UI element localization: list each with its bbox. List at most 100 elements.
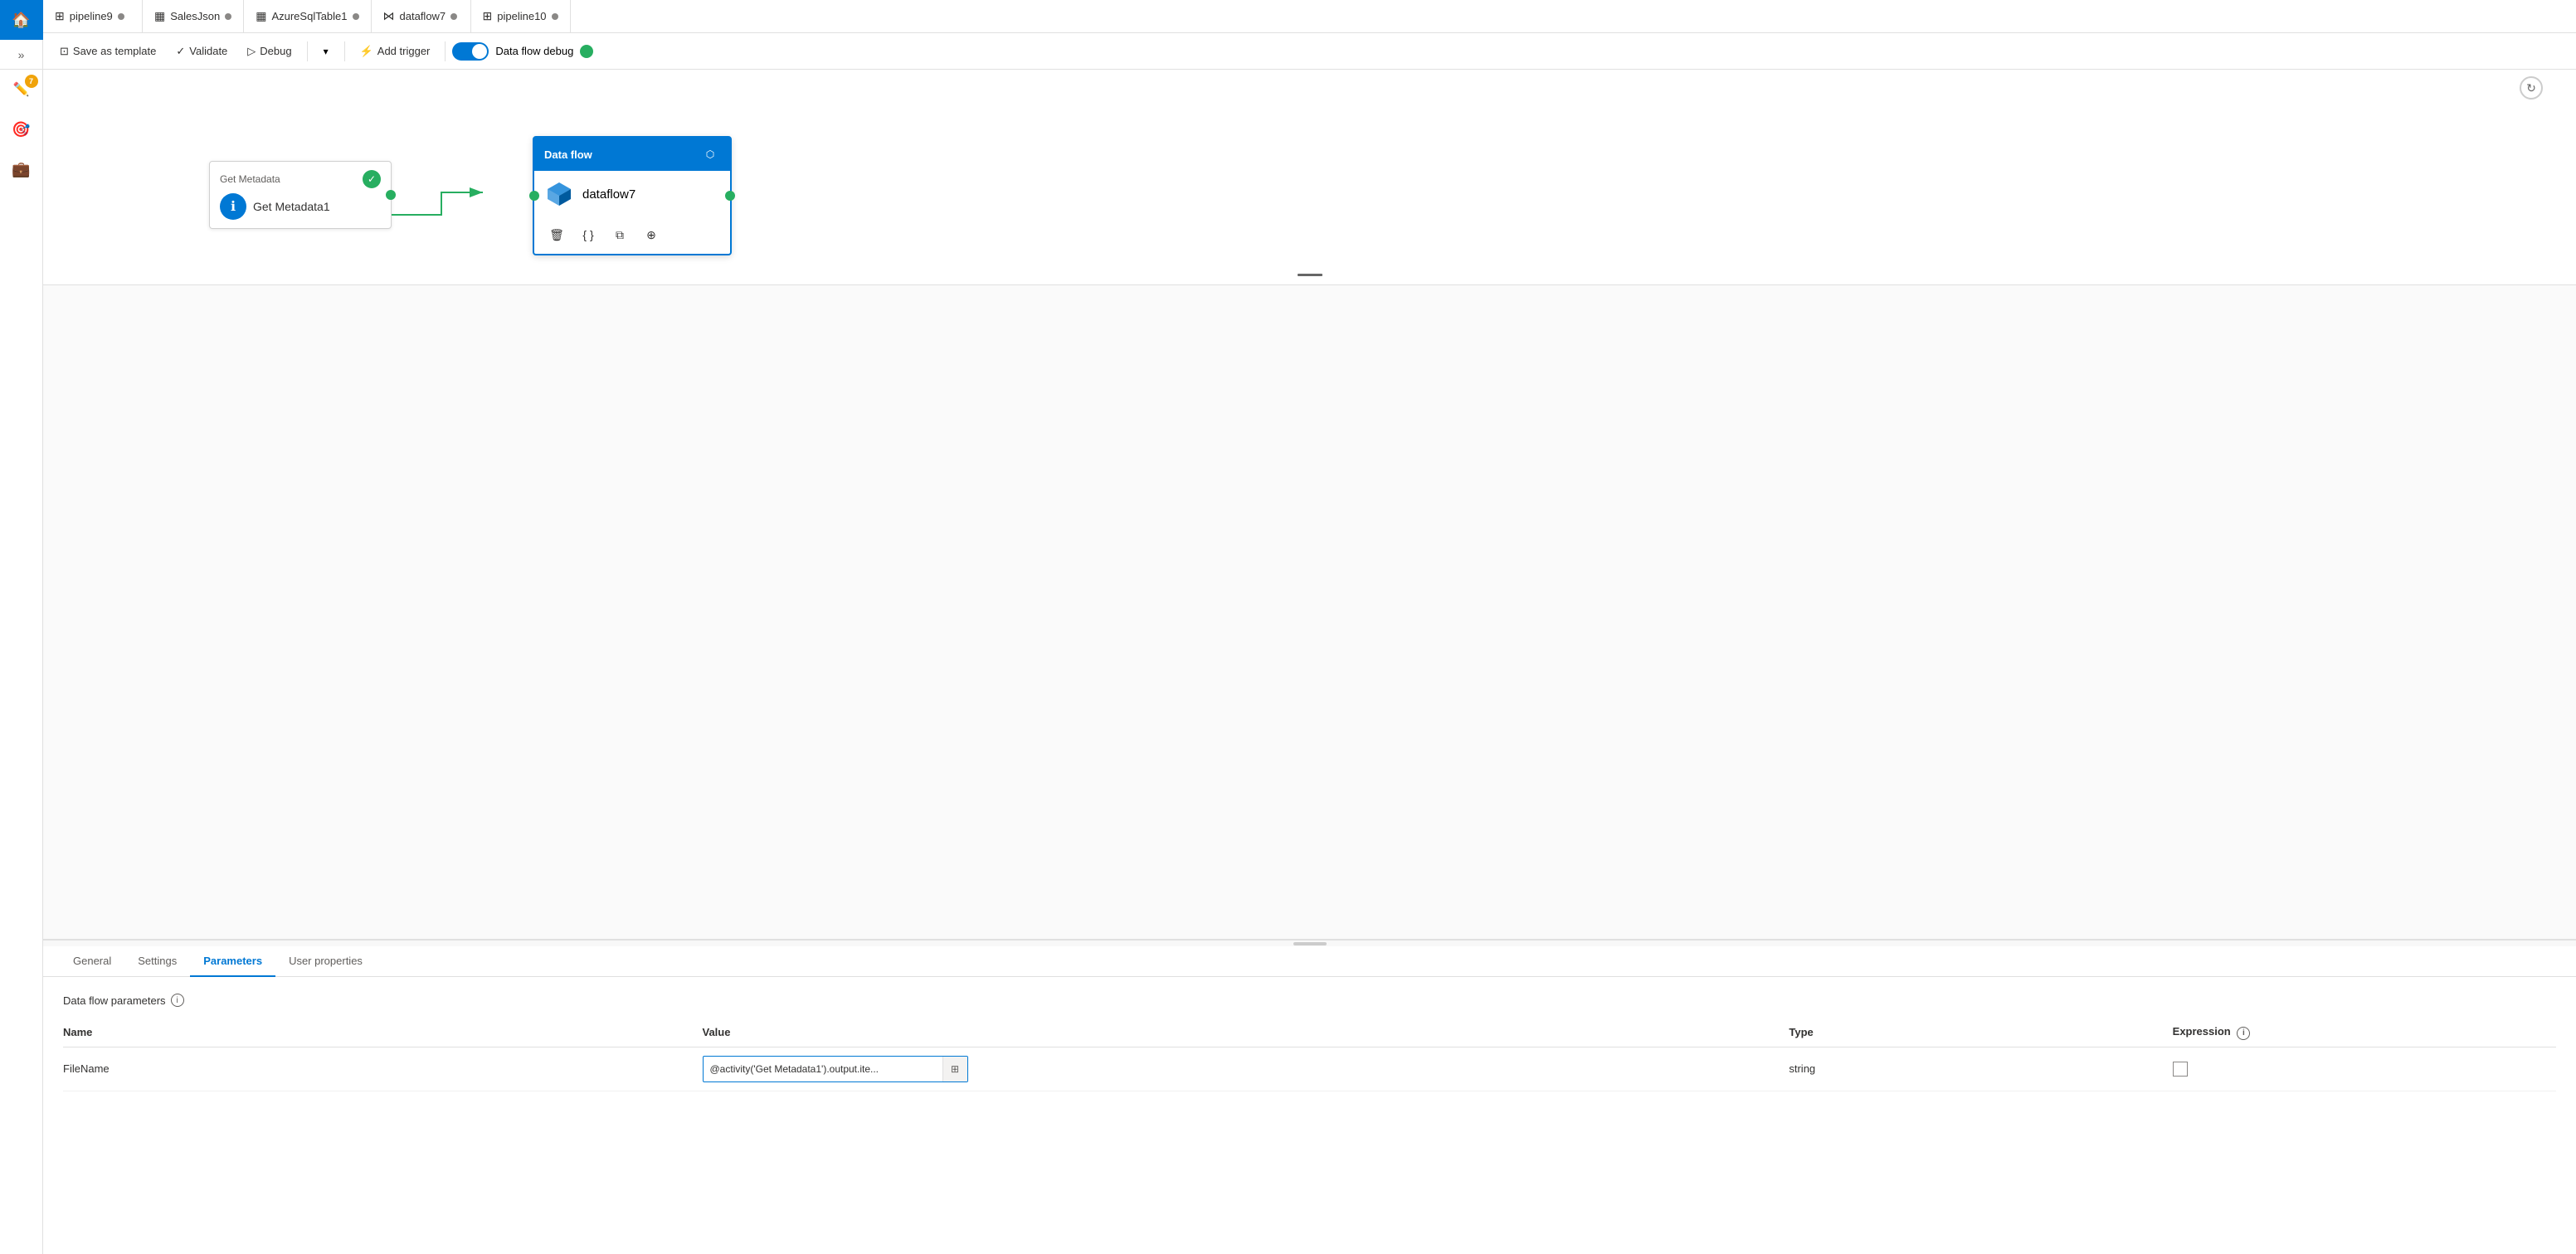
- canvas-minimize-bar: [1298, 274, 1322, 276]
- params-table-head: Name Value Type Expression i: [63, 1018, 2556, 1047]
- edit-badge: 7: [25, 75, 38, 88]
- debug-toggle-container: Data flow debug: [452, 42, 593, 61]
- node-type-label: Get Metadata: [220, 173, 280, 185]
- input-connector[interactable]: [529, 191, 539, 201]
- lightning-icon: ⚡: [360, 45, 373, 58]
- col-value-header: Value: [703, 1018, 1790, 1047]
- params-section-title: Data flow parameters i: [63, 994, 2556, 1007]
- refresh-icon[interactable]: ↻: [2520, 76, 2543, 100]
- debug-button[interactable]: ▷ Debug: [239, 38, 299, 65]
- output-connector[interactable]: [386, 190, 396, 200]
- tab-pipeline9[interactable]: ⊞ pipeline9: [43, 0, 143, 33]
- tab-dataflow7[interactable]: ⋈ dataflow7: [372, 0, 471, 33]
- debug-label: Debug: [260, 45, 291, 57]
- save-template-button[interactable]: ⊡ Save as template: [51, 38, 164, 65]
- output-connector-right[interactable]: [725, 191, 735, 201]
- col-type-header: Type: [1789, 1018, 2172, 1047]
- params-table: Name Value Type Expression i FileName: [63, 1018, 2556, 1091]
- validate-button[interactable]: ✓ Validate: [168, 38, 236, 65]
- pipeline-icon: ⊞: [483, 9, 493, 23]
- dataset-icon: ▦: [256, 9, 266, 23]
- tab-dot: [225, 13, 231, 20]
- node-name-label: Get Metadata1: [253, 200, 330, 213]
- node-success-icon: ✓: [363, 170, 381, 188]
- param-value-cell: ⊞: [703, 1047, 1790, 1091]
- canvas-area[interactable]: ↻ Get Metadata ✓ ℹ Get Metadata1: [43, 70, 2576, 1254]
- sidebar-collapse-btn[interactable]: »: [0, 40, 43, 70]
- tab-azuresqltable1[interactable]: ▦ AzureSqlTable1: [244, 0, 371, 33]
- home-icon: 🏠: [12, 12, 30, 29]
- resize-handle: [1293, 942, 1327, 945]
- monitor-icon: 🎯: [12, 121, 30, 139]
- open-external-btn[interactable]: ⬡: [700, 144, 720, 164]
- toolbar-divider: [344, 41, 345, 61]
- dataflow-name-label: dataflow7: [582, 187, 635, 202]
- tab-label: AzureSqlTable1: [271, 10, 347, 22]
- params-title-text: Data flow parameters: [63, 994, 166, 1007]
- sidebar-manage-icon[interactable]: 💼: [0, 149, 43, 189]
- copy-node-btn[interactable]: ⧉: [607, 222, 632, 247]
- debug-status-indicator: [580, 45, 593, 58]
- get-metadata-node[interactable]: Get Metadata ✓ ℹ Get Metadata1: [209, 161, 392, 229]
- dataflow-node[interactable]: Data flow ⬡ dataflow7 🗑 { }: [533, 136, 732, 255]
- dataflow-header: Data flow ⬡: [534, 138, 730, 171]
- tab-salesjson[interactable]: ▦ SalesJson: [143, 0, 244, 33]
- tab-parameters[interactable]: Parameters: [190, 946, 275, 977]
- bottom-panel: General Settings Parameters User propert…: [43, 939, 2576, 1254]
- col-name-header: Name: [63, 1018, 703, 1047]
- debug-icon: ▷: [247, 45, 256, 58]
- toolbar: ⊡ Save as template ✓ Validate ▷ Debug ▾ …: [43, 33, 2576, 70]
- briefcase-icon: 💼: [12, 161, 30, 178]
- main-area: ⊞ pipeline9 ▦ SalesJson ▦ AzureSqlTable1…: [43, 0, 2576, 1254]
- tab-settings[interactable]: Settings: [124, 946, 190, 977]
- panel-resize-bar[interactable]: [43, 940, 2576, 946]
- tab-label: pipeline9: [70, 10, 113, 22]
- save-template-label: Save as template: [73, 45, 156, 57]
- add-trigger-button[interactable]: ⚡ Add trigger: [352, 38, 439, 65]
- script-btn[interactable]: { }: [576, 222, 601, 247]
- expression-toggle-btn[interactable]: ⊞: [942, 1057, 967, 1081]
- delete-node-btn[interactable]: 🗑: [544, 222, 569, 247]
- tab-label: pipeline10: [497, 10, 546, 22]
- data-flow-debug-toggle[interactable]: [452, 42, 489, 61]
- dataflow-actions: 🗑 { } ⧉ ⊕: [534, 217, 730, 254]
- dataflow-icon: ⋈: [383, 9, 395, 23]
- params-info-icon[interactable]: i: [171, 994, 184, 1007]
- value-input-container[interactable]: ⊞: [703, 1056, 968, 1082]
- param-type-cell: string: [1789, 1047, 2172, 1091]
- tab-user-properties[interactable]: User properties: [275, 946, 376, 977]
- dataset-icon: ▦: [154, 9, 165, 23]
- add-trigger-label: Add trigger: [377, 45, 431, 57]
- tab-dot: [353, 13, 359, 20]
- sidebar-edit-icon[interactable]: ✏️ 7: [0, 70, 43, 109]
- sidebar: 🏠 » ✏️ 7 🎯 💼: [0, 0, 43, 1254]
- tab-pipeline10[interactable]: ⊞ pipeline10: [471, 0, 571, 33]
- value-input-field[interactable]: [704, 1063, 942, 1075]
- param-expression-cell: [2173, 1047, 2556, 1091]
- node-header: Get Metadata ✓: [220, 170, 381, 188]
- expression-checkbox[interactable]: [2173, 1062, 2188, 1077]
- pipeline-icon: ⊞: [55, 9, 65, 23]
- redirect-btn[interactable]: ⊕: [639, 222, 664, 247]
- validate-label: Validate: [189, 45, 227, 57]
- sidebar-monitor-icon[interactable]: 🎯: [0, 109, 43, 149]
- toolbar-divider: [307, 41, 308, 61]
- sidebar-home-icon[interactable]: 🏠: [0, 0, 43, 40]
- expression-info-icon[interactable]: i: [2237, 1027, 2250, 1040]
- col-expression-header: Expression i: [2173, 1018, 2556, 1047]
- tab-dot: [552, 13, 558, 20]
- toolbar-divider: [445, 41, 446, 61]
- tab-label: SalesJson: [170, 10, 220, 22]
- params-table-body: FileName ⊞ string: [63, 1047, 2556, 1091]
- params-header-row: Name Value Type Expression i: [63, 1018, 2556, 1047]
- table-row: FileName ⊞ string: [63, 1047, 2556, 1091]
- dataflow-cube-icon: [544, 179, 574, 209]
- chevron-right-icon: »: [18, 48, 25, 61]
- tab-general[interactable]: General: [60, 946, 124, 977]
- connection-svg: [43, 70, 2576, 284]
- pipeline-canvas: ↻ Get Metadata ✓ ℹ Get Metadata1: [43, 70, 2576, 285]
- checkmark-icon: ✓: [176, 45, 185, 58]
- debug-dropdown-btn[interactable]: ▾: [314, 40, 338, 63]
- tab-dot: [450, 13, 457, 20]
- panel-tabs: General Settings Parameters User propert…: [43, 946, 2576, 977]
